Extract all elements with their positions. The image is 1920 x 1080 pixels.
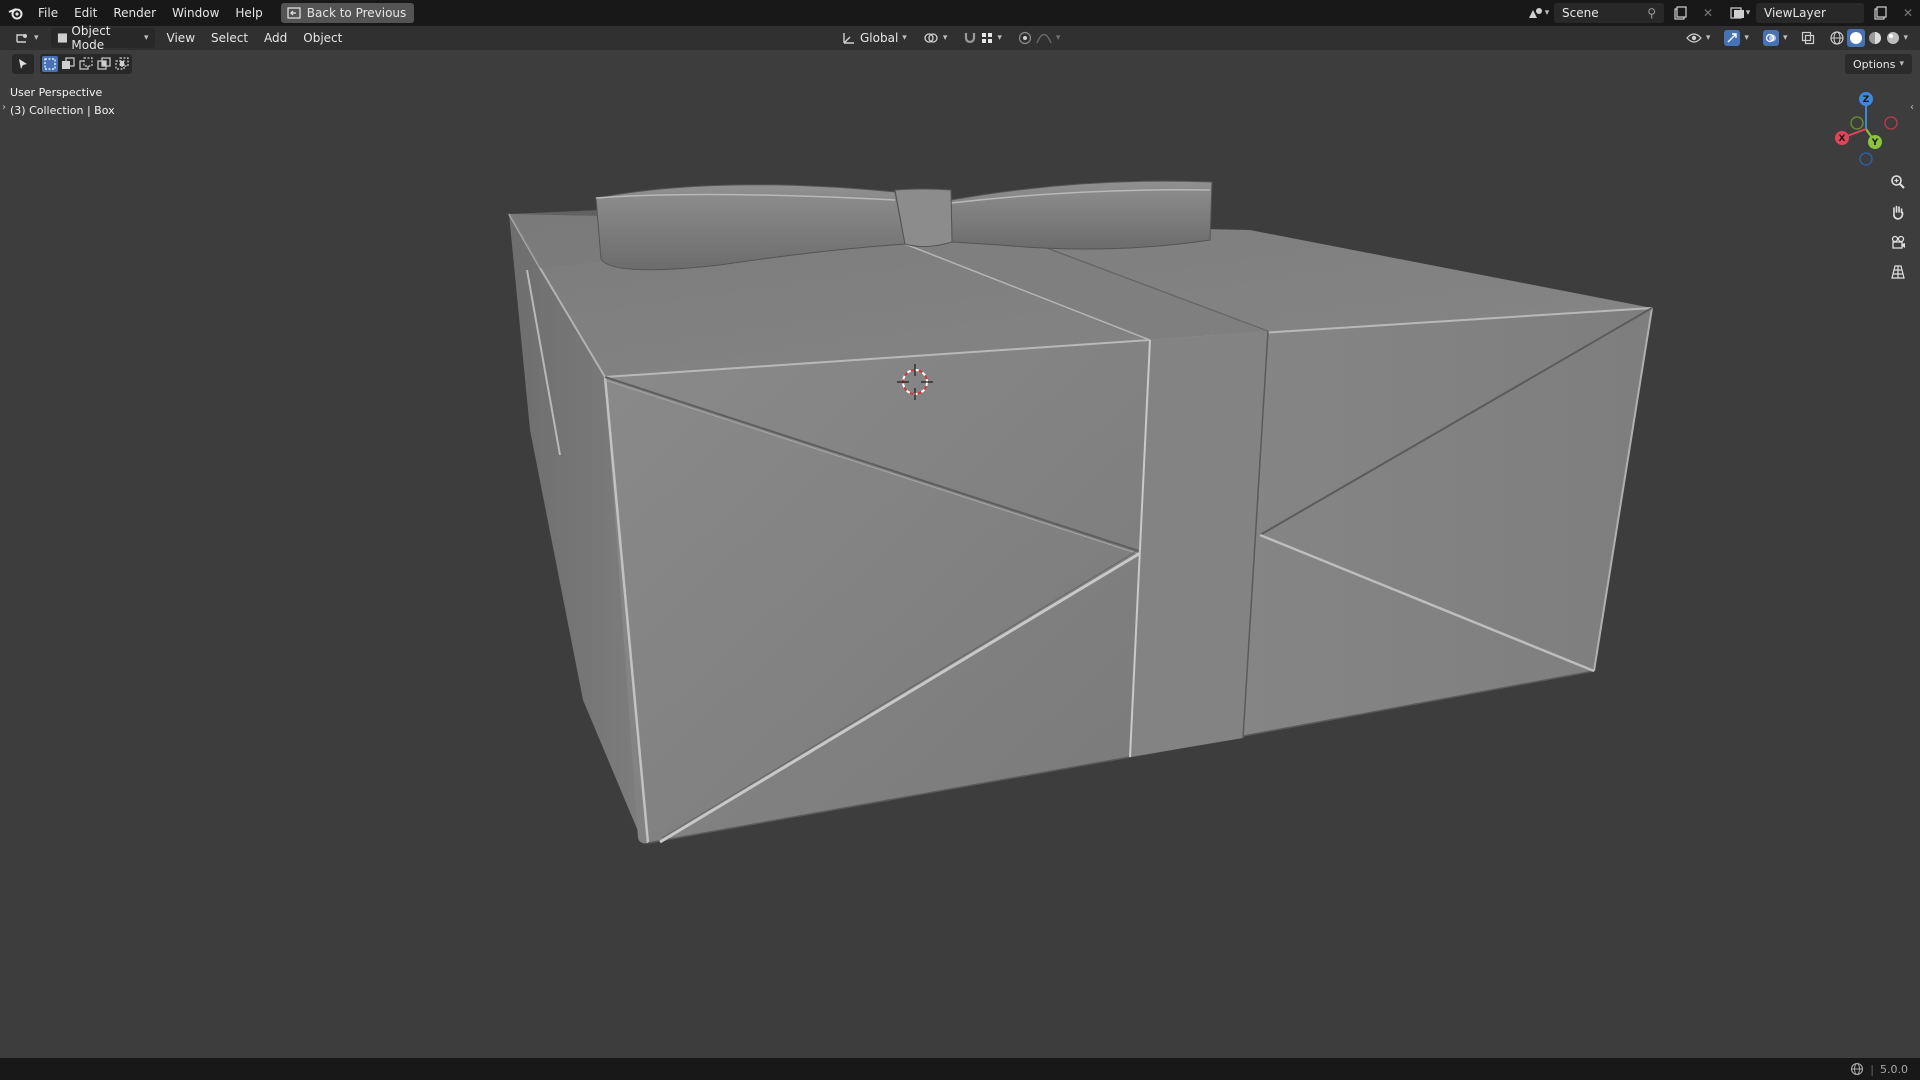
bow-knot bbox=[894, 188, 953, 248]
select-new-icon[interactable] bbox=[42, 56, 58, 72]
gizmo-icon bbox=[1724, 30, 1741, 46]
menu-help[interactable]: Help bbox=[227, 2, 270, 24]
view-layer-field[interactable]: ViewLayer bbox=[1756, 3, 1864, 23]
gift-box-model bbox=[508, 180, 1653, 844]
back-to-previous-button[interactable]: Back to Previous bbox=[280, 3, 415, 23]
proportional-edit-icon bbox=[1018, 31, 1031, 45]
shading-controls: ▾ ▾ ▾ ▾ bbox=[1680, 28, 1914, 48]
3d-viewport[interactable]: Z Y X ‹ › bbox=[0, 50, 1920, 1058]
scene-name-field[interactable]: Scene ⚲ bbox=[1554, 3, 1664, 23]
camera-view-icon[interactable] bbox=[1886, 230, 1910, 254]
eye-icon bbox=[1686, 33, 1702, 43]
delete-scene-icon[interactable]: ✕ bbox=[1696, 3, 1720, 23]
gizmo-neg-y[interactable] bbox=[1850, 116, 1864, 130]
gizmo-z-label: Z bbox=[1863, 95, 1870, 105]
select-tool-button[interactable] bbox=[12, 54, 34, 74]
toolbar-toggle-icon[interactable]: › bbox=[2, 102, 10, 116]
view-perspective-label: User Perspective bbox=[10, 86, 103, 99]
status-bar: | 5.0.0 bbox=[0, 1058, 1920, 1080]
scene-selector-icon[interactable]: ▾ bbox=[1526, 3, 1550, 23]
viewport-header: ▾ Object Mode ▾ View Select Add Object G… bbox=[0, 24, 1920, 52]
cursor-arrow-icon bbox=[19, 59, 27, 69]
menu-render[interactable]: Render bbox=[105, 2, 164, 24]
view-layer-name: ViewLayer bbox=[1764, 6, 1826, 20]
gizmo-toggle[interactable]: ▾ bbox=[1718, 28, 1755, 48]
xray-icon bbox=[1802, 31, 1815, 45]
menu-file[interactable]: File bbox=[30, 2, 66, 24]
navigation-gizmo[interactable]: Z Y X bbox=[1826, 86, 1906, 176]
select-invert-icon[interactable] bbox=[96, 56, 112, 72]
sidebar-toggle-icon[interactable]: ‹ bbox=[1910, 102, 1918, 116]
options-label: Options bbox=[1853, 57, 1896, 71]
pivot-icon bbox=[924, 33, 938, 43]
options-dropdown[interactable]: Options ▾ bbox=[1845, 54, 1912, 74]
selection-mode-group bbox=[40, 54, 132, 74]
bow-right-loop bbox=[950, 180, 1213, 250]
viewport-shading-group: ▾ bbox=[1823, 28, 1914, 48]
overlays-toggle[interactable]: ▾ bbox=[1757, 28, 1794, 48]
network-icon bbox=[1851, 1062, 1864, 1076]
zoom-icon[interactable] bbox=[1886, 170, 1910, 194]
menu-add[interactable]: Add bbox=[258, 28, 293, 48]
blender-logo-icon[interactable] bbox=[2, 0, 30, 26]
material-shading-icon[interactable] bbox=[1867, 30, 1883, 46]
falloff-icon bbox=[1036, 33, 1052, 44]
wireframe-shading-icon[interactable] bbox=[1829, 30, 1845, 46]
snap-toggle[interactable]: ▾ bbox=[957, 28, 1008, 48]
view-layer-selector-icon[interactable]: ▾ bbox=[1728, 3, 1752, 23]
overlays-icon bbox=[1762, 30, 1779, 46]
proportional-editing-toggle[interactable]: ▾ bbox=[1012, 28, 1067, 48]
rendered-shading-icon[interactable] bbox=[1885, 30, 1901, 46]
menu-window[interactable]: Window bbox=[164, 2, 227, 24]
gizmo-neg-z[interactable] bbox=[1859, 152, 1873, 166]
delete-view-layer-icon[interactable]: ✕ bbox=[1896, 3, 1920, 23]
orientation-dropdown[interactable]: Global ▾ bbox=[836, 28, 913, 48]
object-mode-icon bbox=[57, 33, 67, 43]
back-arrow-icon bbox=[287, 7, 301, 19]
menu-select[interactable]: Select bbox=[205, 28, 254, 48]
scene-controls: ▾ Scene ⚲ ✕ ▾ ViewLayer ✕ bbox=[1526, 0, 1920, 26]
gizmo-y-label: Y bbox=[1871, 138, 1879, 148]
options-chevron-icon: ▾ bbox=[1899, 59, 1904, 69]
select-subtract-icon[interactable] bbox=[78, 56, 94, 72]
xray-toggle[interactable] bbox=[1795, 28, 1821, 48]
tool-settings bbox=[12, 54, 132, 74]
solid-shading-icon[interactable] bbox=[1847, 29, 1866, 47]
orientation-label: Global bbox=[860, 31, 899, 45]
3d-viewport-icon bbox=[16, 34, 27, 43]
gizmo-neg-x[interactable] bbox=[1884, 116, 1898, 130]
active-collection-label: (3) Collection | Box bbox=[10, 104, 115, 117]
version-label: 5.0.0 bbox=[1880, 1062, 1908, 1076]
back-to-previous-label: Back to Previous bbox=[306, 6, 407, 20]
new-view-layer-icon[interactable] bbox=[1868, 3, 1892, 23]
perspective-grid-icon[interactable] bbox=[1886, 260, 1910, 284]
status-divider: | bbox=[1870, 1062, 1874, 1076]
transform-controls: Global ▾ ▾ ▾ ▾ bbox=[836, 28, 1066, 48]
pan-hand-icon[interactable] bbox=[1886, 200, 1910, 224]
gizmo-x-label: X bbox=[1839, 134, 1846, 144]
top-bar: File Edit Render Window Help Back to Pre… bbox=[0, 0, 1920, 26]
pivot-point-dropdown[interactable]: ▾ bbox=[917, 28, 954, 48]
select-extend-icon[interactable] bbox=[60, 56, 76, 72]
orientation-icon bbox=[843, 33, 854, 44]
scene-name: Scene bbox=[1562, 6, 1599, 20]
menu-view[interactable]: View bbox=[161, 28, 201, 48]
magnet-icon bbox=[965, 33, 976, 44]
visibility-dropdown[interactable]: ▾ bbox=[1680, 28, 1717, 48]
new-scene-icon[interactable] bbox=[1668, 3, 1692, 23]
menu-object[interactable]: Object bbox=[297, 28, 348, 48]
select-intersect-icon[interactable] bbox=[114, 56, 130, 72]
pin-icon[interactable]: ⚲ bbox=[1647, 6, 1656, 20]
mode-label: Object Mode bbox=[71, 24, 111, 52]
mode-dropdown[interactable]: Object Mode ▾ bbox=[50, 24, 155, 52]
menu-edit[interactable]: Edit bbox=[66, 2, 105, 24]
snap-grid-icon bbox=[982, 33, 993, 43]
editor-type-dropdown[interactable]: ▾ bbox=[8, 28, 45, 48]
